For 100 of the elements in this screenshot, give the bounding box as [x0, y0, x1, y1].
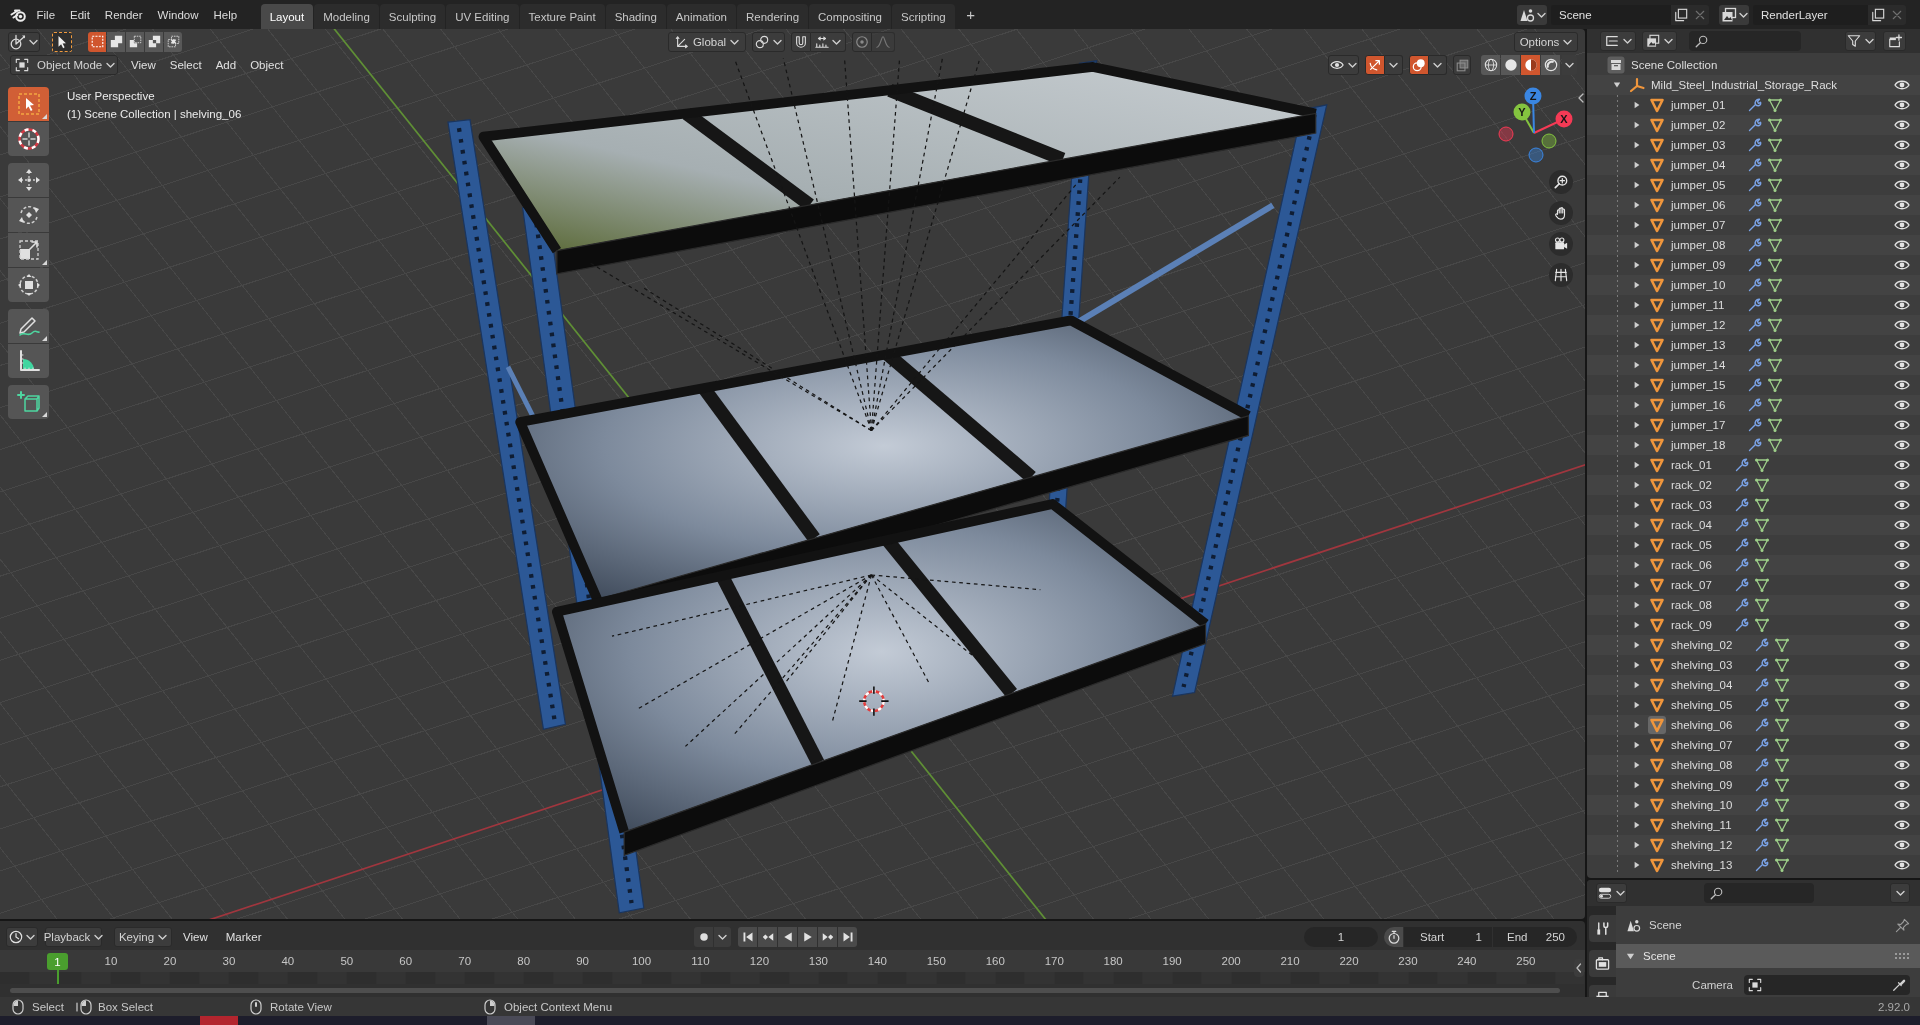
- expand-arrow-icon[interactable]: [1633, 241, 1641, 249]
- properties-tab[interactable]: [1589, 950, 1616, 977]
- view-layer-selector[interactable]: [1719, 4, 1749, 25]
- outliner-row[interactable]: rack_08: [1587, 595, 1920, 615]
- expand-arrow-icon[interactable]: [1633, 481, 1641, 489]
- outliner-row[interactable]: rack_02: [1587, 475, 1920, 495]
- axis-handle[interactable]: Z: [1524, 87, 1542, 134]
- tool-button[interactable]: [8, 309, 49, 343]
- workspace-tab[interactable]: Scripting: [892, 4, 955, 29]
- expand-arrow-icon[interactable]: [1633, 401, 1641, 409]
- options-dropdown[interactable]: [1890, 883, 1910, 903]
- search-field[interactable]: [1703, 883, 1814, 903]
- expand-arrow-icon[interactable]: [1633, 581, 1641, 589]
- outliner-row[interactable]: shelving_10: [1587, 795, 1920, 815]
- menu-item[interactable]: Marker: [218, 927, 269, 947]
- overlay-toggle[interactable]: [1409, 55, 1429, 75]
- outliner-row[interactable]: jumper_10: [1587, 275, 1920, 295]
- navigation-button[interactable]: [1549, 232, 1573, 256]
- workspace-tab[interactable]: UV Editing: [446, 4, 519, 29]
- workspace-tab[interactable]: Compositing: [809, 4, 891, 29]
- proportional-toggle[interactable]: [852, 31, 872, 52]
- expand-arrow-icon[interactable]: [1633, 221, 1641, 229]
- properties-tab[interactable]: [1589, 915, 1616, 942]
- outliner-row[interactable]: jumper_04: [1587, 155, 1920, 175]
- workspace-tab[interactable]: Modeling: [314, 4, 379, 29]
- expand-arrow-icon[interactable]: [1633, 741, 1641, 749]
- tool-button[interactable]: [8, 198, 49, 232]
- menu-item[interactable]: File: [29, 0, 63, 29]
- transport-button[interactable]: [778, 927, 797, 947]
- outliner-row[interactable]: jumper_12: [1587, 315, 1920, 335]
- expand-arrow-icon[interactable]: [1633, 781, 1641, 789]
- expand-arrow-icon[interactable]: [1633, 621, 1641, 629]
- negative-axis-handle[interactable]: [1498, 126, 1514, 142]
- selection-mode-button[interactable]: [164, 31, 182, 52]
- outliner-row[interactable]: shelving_12: [1587, 835, 1920, 855]
- copy-button[interactable]: [1671, 4, 1690, 25]
- outliner-row[interactable]: rack_04: [1587, 515, 1920, 535]
- orientation-dropdown[interactable]: Global: [668, 31, 746, 52]
- editor-type-button[interactable]: [6, 927, 38, 947]
- expand-arrow-icon[interactable]: [1633, 281, 1641, 289]
- expand-arrow-icon[interactable]: [1633, 821, 1641, 829]
- auto-keying-toggle[interactable]: [694, 927, 713, 947]
- transport-button[interactable]: [798, 927, 817, 947]
- axis-handle[interactable]: Y: [1513, 103, 1535, 134]
- navigation-button[interactable]: [1549, 170, 1573, 194]
- selection-mode-button[interactable]: [126, 31, 144, 52]
- xray-toggle[interactable]: [1453, 55, 1471, 75]
- mode-dropdown[interactable]: Object Mode: [10, 55, 118, 75]
- navigation-button[interactable]: [1549, 263, 1573, 287]
- tool-button[interactable]: [8, 344, 49, 378]
- negative-axis-handle[interactable]: [1528, 147, 1544, 163]
- shading-button[interactable]: [1501, 55, 1520, 75]
- active-tool-button[interactable]: [52, 31, 72, 52]
- expand-arrow-icon[interactable]: [1633, 141, 1641, 149]
- expand-arrow-icon[interactable]: [1633, 101, 1641, 109]
- expand-arrow-icon[interactable]: [1633, 761, 1641, 769]
- expand-arrow-icon[interactable]: [1633, 601, 1641, 609]
- transport-button[interactable]: [758, 927, 777, 947]
- menu-item[interactable]: Object: [243, 55, 291, 75]
- display-mode-dropdown[interactable]: [1600, 31, 1636, 51]
- selection-mode-button[interactable]: [145, 31, 163, 52]
- outliner-row[interactable]: rack_06: [1587, 555, 1920, 575]
- panel-header[interactable]: Scene: [1616, 944, 1920, 968]
- tool-button[interactable]: [8, 268, 49, 302]
- tool-button[interactable]: [8, 122, 49, 156]
- navigation-button[interactable]: [1549, 201, 1573, 225]
- expand-arrow-icon[interactable]: [1633, 661, 1641, 669]
- expand-arrow-icon[interactable]: [1633, 161, 1641, 169]
- workspace-tab[interactable]: Layout: [260, 4, 314, 29]
- expand-arrow-icon[interactable]: [1633, 861, 1641, 869]
- workspace-tab[interactable]: Sculpting: [379, 4, 446, 29]
- pivot-dropdown[interactable]: [752, 31, 785, 52]
- chevron-left-icon[interactable]: [1578, 93, 1584, 103]
- expand-arrow-icon[interactable]: [1633, 321, 1641, 329]
- keying-dropdown[interactable]: [714, 927, 731, 947]
- gizmo-dropdown[interactable]: [1385, 55, 1403, 75]
- outliner-row[interactable]: Mild_Steel_Industrial_Storage_Rack: [1587, 75, 1920, 95]
- add-workspace-button[interactable]: +: [960, 4, 981, 25]
- gizmo-toggle[interactable]: [1365, 55, 1385, 75]
- expand-arrow-icon[interactable]: [1633, 501, 1641, 509]
- expand-arrow-icon[interactable]: [1633, 341, 1641, 349]
- transport-button[interactable]: [818, 927, 837, 947]
- scrollbar[interactable]: [10, 988, 1560, 993]
- start-frame-field[interactable]: Start 1: [1404, 927, 1492, 947]
- menu-dropdown[interactable]: Playback: [45, 927, 102, 947]
- tool-button[interactable]: [8, 233, 49, 267]
- expand-arrow-icon[interactable]: [1633, 521, 1641, 529]
- expand-arrow-icon[interactable]: [1633, 361, 1641, 369]
- negative-axis-handle[interactable]: [1541, 133, 1557, 149]
- workspace-tab[interactable]: Rendering: [737, 4, 809, 29]
- menu-item[interactable]: Edit: [62, 0, 98, 29]
- copy-button[interactable]: [1868, 4, 1887, 25]
- menu-item[interactable]: View: [176, 927, 215, 947]
- menu-item[interactable]: Window: [150, 0, 206, 29]
- expand-arrow-icon[interactable]: [1633, 681, 1641, 689]
- menu-item[interactable]: Render: [97, 0, 151, 29]
- overlay-dropdown[interactable]: [1429, 55, 1447, 75]
- expand-arrow-icon[interactable]: [1633, 121, 1641, 129]
- filter-dropdown[interactable]: [1845, 31, 1876, 51]
- workspace-tab[interactable]: Animation: [666, 4, 736, 29]
